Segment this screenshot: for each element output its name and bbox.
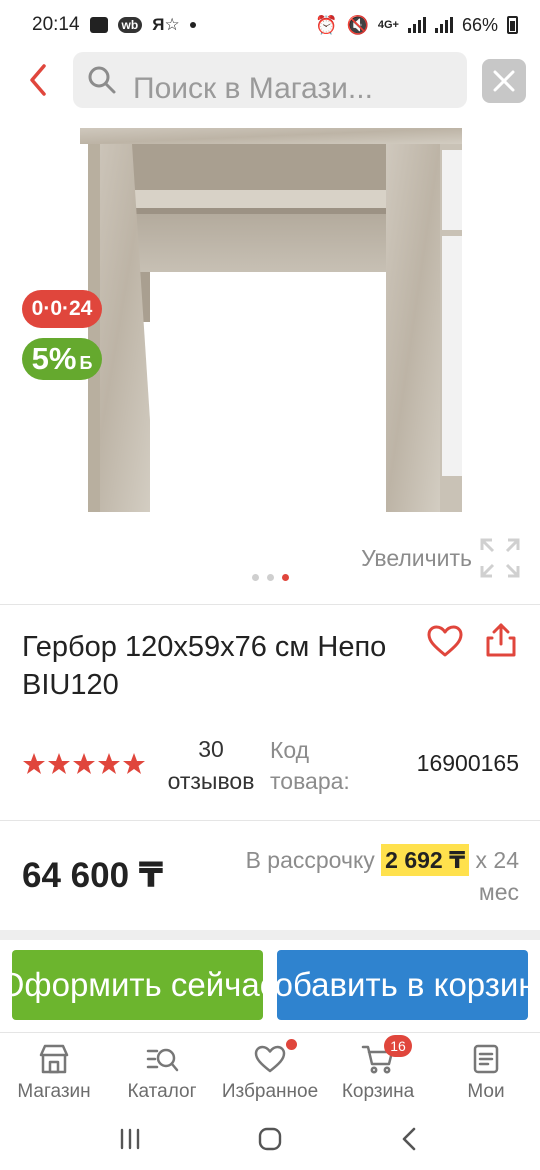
reviews-link[interactable]: 30 отзывов bbox=[158, 733, 264, 797]
checkout-now-button[interactable]: Оформить сейчас bbox=[12, 950, 263, 1020]
bonus-value: 5% bbox=[31, 341, 77, 376]
nav-label: Мои bbox=[467, 1081, 505, 1102]
star-icon bbox=[98, 753, 120, 774]
gallery-dot[interactable] bbox=[252, 574, 259, 581]
close-button[interactable] bbox=[482, 59, 526, 103]
product-code-value: 16900165 bbox=[416, 750, 519, 776]
battery-icon bbox=[507, 16, 518, 34]
add-to-cart-label: Добавить в корзину bbox=[277, 966, 528, 1003]
bottom-navigation: Магазин Каталог Избранное 16 Корзина Мои bbox=[0, 1032, 540, 1108]
mute-icon: 🔇 bbox=[346, 14, 369, 35]
nav-label: Корзина bbox=[341, 1081, 415, 1102]
battery-percent: 66% bbox=[461, 14, 498, 35]
bonus-suffix: Б bbox=[79, 352, 93, 373]
nav-item-orders[interactable]: Мои bbox=[432, 1033, 540, 1108]
more-notifications-icon bbox=[189, 22, 196, 28]
star-icon bbox=[48, 753, 70, 774]
rating-stars[interactable] bbox=[22, 752, 146, 776]
zoom-button[interactable]: Увеличить bbox=[361, 538, 520, 578]
home-icon[interactable] bbox=[257, 1126, 283, 1152]
product-price: 64 600 ₸ bbox=[22, 856, 164, 895]
nav-label: Магазин bbox=[17, 1081, 91, 1102]
search-input[interactable] bbox=[133, 72, 433, 106]
signal-icon bbox=[407, 17, 426, 33]
cart-count-badge: 16 bbox=[384, 1035, 412, 1057]
add-to-cart-button[interactable]: Добавить в корзину bbox=[277, 950, 528, 1020]
nav-label: Каталог bbox=[127, 1081, 197, 1102]
installment-info[interactable]: В рассрочку 2 692 ₸ х 24 мес bbox=[209, 844, 519, 908]
product-image[interactable] bbox=[80, 120, 462, 512]
nav-item-cart[interactable]: 16 Корзина bbox=[324, 1033, 432, 1108]
nav-item-catalog[interactable]: Каталог bbox=[108, 1033, 216, 1108]
divider bbox=[0, 604, 540, 605]
close-icon bbox=[493, 70, 515, 92]
installment-term: х 24 мес bbox=[475, 847, 519, 905]
yandex-notification-icon: Я☆ bbox=[152, 15, 180, 34]
wb-notification-icon: wb bbox=[117, 17, 143, 33]
divider bbox=[0, 820, 540, 821]
nav-item-favorites[interactable]: Избранное bbox=[216, 1033, 324, 1108]
chevron-left-icon bbox=[30, 64, 46, 96]
recent-apps-icon[interactable] bbox=[117, 1126, 143, 1152]
status-bar: 20:14 wb Я☆ ⏰ 🔇 4G+ 66% bbox=[0, 0, 540, 50]
store-icon bbox=[39, 1044, 69, 1074]
status-time: 20:14 bbox=[32, 14, 80, 35]
back-nav-icon[interactable] bbox=[397, 1126, 423, 1152]
favorites-indicator bbox=[286, 1039, 297, 1050]
orders-icon bbox=[473, 1044, 499, 1074]
nav-label: Избранное bbox=[221, 1081, 319, 1102]
search-header bbox=[0, 50, 540, 112]
share-icon[interactable] bbox=[484, 622, 518, 658]
gallery-pagination bbox=[252, 574, 289, 581]
search-icon bbox=[88, 66, 116, 94]
network-type: 4G+ bbox=[377, 19, 399, 31]
reviews-label: отзывов bbox=[167, 768, 255, 794]
star-icon bbox=[23, 753, 45, 774]
catalog-search-icon bbox=[146, 1048, 179, 1072]
product-code-label: Код товара: bbox=[270, 737, 350, 794]
nav-item-store[interactable]: Магазин bbox=[0, 1033, 108, 1108]
installment-label: В рассрочку bbox=[245, 847, 375, 873]
installment-amount: 2 692 ₸ bbox=[381, 844, 470, 876]
gallery-dot-active[interactable] bbox=[282, 574, 289, 581]
bonus-badge: 5% Б bbox=[22, 338, 102, 380]
zoom-label: Увеличить bbox=[361, 544, 472, 571]
expand-icon bbox=[480, 538, 520, 578]
search-bar[interactable] bbox=[73, 52, 467, 108]
heart-icon bbox=[254, 1045, 286, 1073]
signal-2-icon bbox=[434, 17, 453, 33]
star-icon bbox=[73, 753, 95, 774]
reviews-count: 30 bbox=[198, 736, 224, 762]
gallery-notification-icon bbox=[89, 17, 108, 33]
heart-icon[interactable] bbox=[426, 624, 464, 658]
product-gallery[interactable]: 0·0·24 5% Б Увеличить bbox=[0, 112, 540, 604]
system-navigation bbox=[0, 1108, 540, 1170]
alarm-icon: ⏰ bbox=[315, 14, 338, 35]
star-icon bbox=[123, 753, 145, 774]
back-button[interactable] bbox=[22, 58, 62, 102]
product-title: Гербор 120х59х76 см Непо BIU120 bbox=[22, 631, 387, 701]
section-separator bbox=[0, 930, 540, 940]
timer-badge: 0·0·24 bbox=[22, 290, 102, 328]
checkout-now-label: Оформить сейчас bbox=[12, 966, 263, 1003]
gallery-dot[interactable] bbox=[267, 574, 274, 581]
